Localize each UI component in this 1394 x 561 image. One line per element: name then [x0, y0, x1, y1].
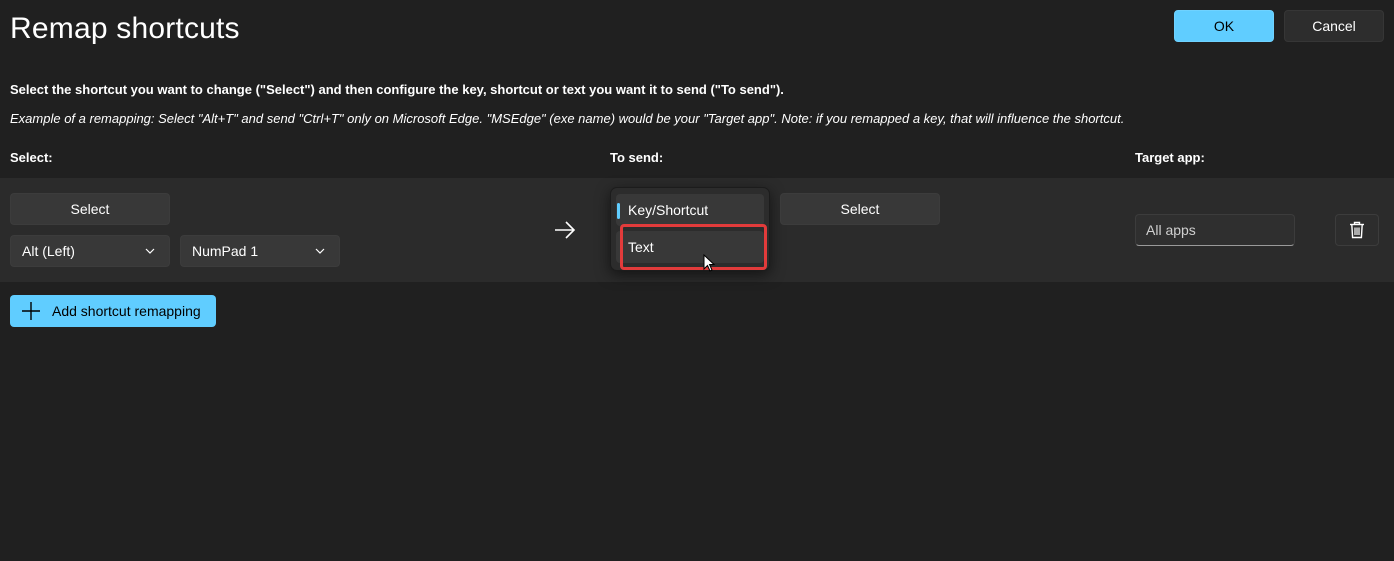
instruction-text: Select the shortcut you want to change (… — [10, 82, 784, 97]
modifier-key-value: Alt (Left) — [22, 243, 75, 259]
select-send-shortcut-button[interactable]: Select — [780, 193, 940, 225]
target-app-input[interactable] — [1135, 214, 1295, 246]
page-title: Remap shortcuts — [10, 12, 240, 45]
select-column-header: Select: — [10, 150, 53, 165]
chevron-down-icon — [145, 248, 155, 254]
arrow-right-icon — [555, 221, 576, 239]
ok-button[interactable]: OK — [1174, 10, 1274, 42]
trash-icon — [1350, 221, 1364, 239]
cancel-button[interactable]: Cancel — [1284, 10, 1384, 42]
chevron-down-icon — [315, 248, 325, 254]
to-send-column-header: To send: — [610, 150, 664, 165]
menu-item-label: Text — [628, 239, 654, 255]
modifier-key-dropdown[interactable]: Alt (Left) — [10, 235, 170, 267]
delete-row-button[interactable] — [1335, 214, 1379, 246]
select-shortcut-button[interactable]: Select — [10, 193, 170, 225]
example-text: Example of a remapping: Select "Alt+T" a… — [10, 111, 1125, 126]
selected-indicator — [617, 203, 620, 219]
plus-icon — [22, 302, 40, 320]
add-button-label: Add shortcut remapping — [52, 303, 201, 319]
menu-item-key-shortcut[interactable]: Key/Shortcut — [616, 194, 764, 226]
send-type-dropdown-menu: Key/Shortcut Text — [610, 187, 770, 271]
add-shortcut-remapping-button[interactable]: Add shortcut remapping — [10, 295, 216, 327]
menu-item-label: Key/Shortcut — [628, 202, 709, 218]
menu-item-text[interactable]: Text — [616, 231, 764, 263]
target-app-column-header: Target app: — [1135, 150, 1205, 165]
key-value: NumPad 1 — [192, 243, 259, 259]
key-dropdown[interactable]: NumPad 1 — [180, 235, 340, 267]
